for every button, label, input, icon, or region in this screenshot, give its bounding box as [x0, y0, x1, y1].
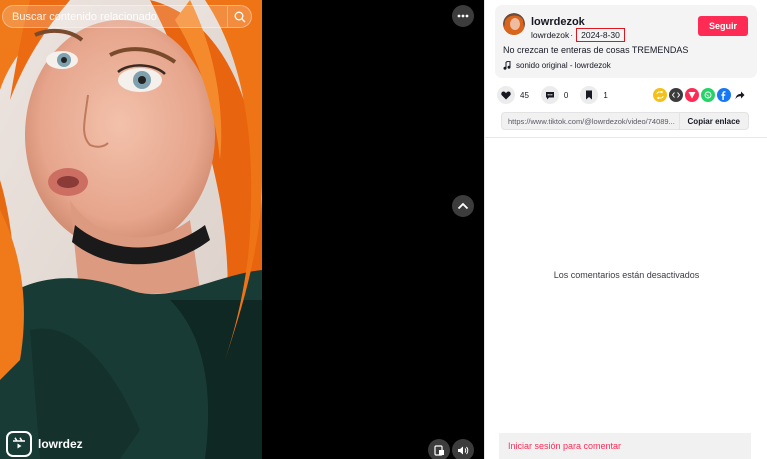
save-button[interactable] [580, 86, 599, 104]
video-still [0, 0, 262, 459]
avatar[interactable] [503, 13, 525, 35]
search-input[interactable] [12, 10, 227, 23]
post-caption: No crezcan te enteras de cosas TREMENDAS [503, 45, 689, 55]
picture-in-picture-button[interactable] [428, 439, 450, 459]
like-action[interactable]: 45 [497, 86, 529, 104]
login-to-comment-bar[interactable]: Iniciar sesión para comentar [499, 433, 751, 459]
comment-button[interactable] [540, 86, 559, 104]
music-label: sonido original - lowrdezok [516, 61, 611, 70]
send-icon[interactable] [685, 88, 699, 102]
post-date: 2024-8-30 [576, 28, 625, 42]
comment-action[interactable]: 0 [540, 86, 569, 104]
repost-icon[interactable] [653, 88, 667, 102]
chevron-up-icon [457, 202, 469, 210]
video-brand[interactable]: lowrdez [6, 431, 83, 457]
copy-link-button[interactable]: Copiar enlace [678, 113, 748, 129]
video-frame[interactable]: lowrdez [0, 0, 262, 459]
search-button[interactable] [227, 6, 251, 27]
save-count: 1 [603, 90, 608, 100]
music-note-icon [503, 61, 511, 70]
comment-count: 0 [563, 90, 569, 100]
meta-separator: · [570, 30, 574, 40]
pip-icon [433, 444, 444, 456]
like-button[interactable] [497, 86, 515, 104]
action-bar: 45 0 1 [497, 85, 620, 105]
author-meta: lowrdezok · 2024-8-30 [531, 28, 625, 42]
facebook-icon[interactable] [717, 88, 731, 102]
share-icons [653, 88, 747, 102]
video-link-url[interactable]: https://www.tiktok.com/@lowrdezok/video/… [502, 117, 679, 126]
whatsapp-icon[interactable] [701, 88, 715, 102]
reels-logo-icon [6, 431, 32, 457]
more-options-button[interactable] [452, 5, 474, 27]
share-arrow-icon[interactable] [733, 88, 747, 102]
video-player[interactable]: lowrdez [0, 0, 484, 459]
embed-icon[interactable] [669, 88, 683, 102]
author-name[interactable]: lowrdezok [531, 16, 585, 28]
previous-video-button[interactable] [452, 195, 474, 217]
search-icon [234, 11, 245, 22]
follow-button[interactable]: Seguir [698, 16, 748, 36]
comments-disabled-notice: Los comentarios están desactivados [553, 270, 700, 280]
video-author-name: lowrdez [38, 437, 83, 451]
login-to-comment-link[interactable]: Iniciar sesión para comentar [508, 441, 621, 451]
save-action[interactable]: 1 [580, 86, 608, 104]
details-panel: lowrdezok lowrdezok · 2024-8-30 Seguir N… [484, 0, 767, 459]
search-bar[interactable] [2, 5, 252, 28]
author-handle: lowrdezok [531, 30, 570, 40]
comment-icon [545, 91, 554, 99]
heart-icon [501, 90, 511, 99]
like-count: 45 [520, 90, 529, 100]
volume-button[interactable] [452, 439, 474, 459]
post-info-card: lowrdezok lowrdezok · 2024-8-30 Seguir N… [495, 5, 757, 78]
bookmark-icon [586, 90, 593, 100]
volume-icon [458, 446, 469, 454]
more-dots-icon [457, 14, 469, 18]
link-copy-row: https://www.tiktok.com/@lowrdezok/video/… [501, 112, 749, 130]
music-link[interactable]: sonido original - lowrdezok [503, 61, 611, 70]
section-divider [485, 137, 767, 138]
